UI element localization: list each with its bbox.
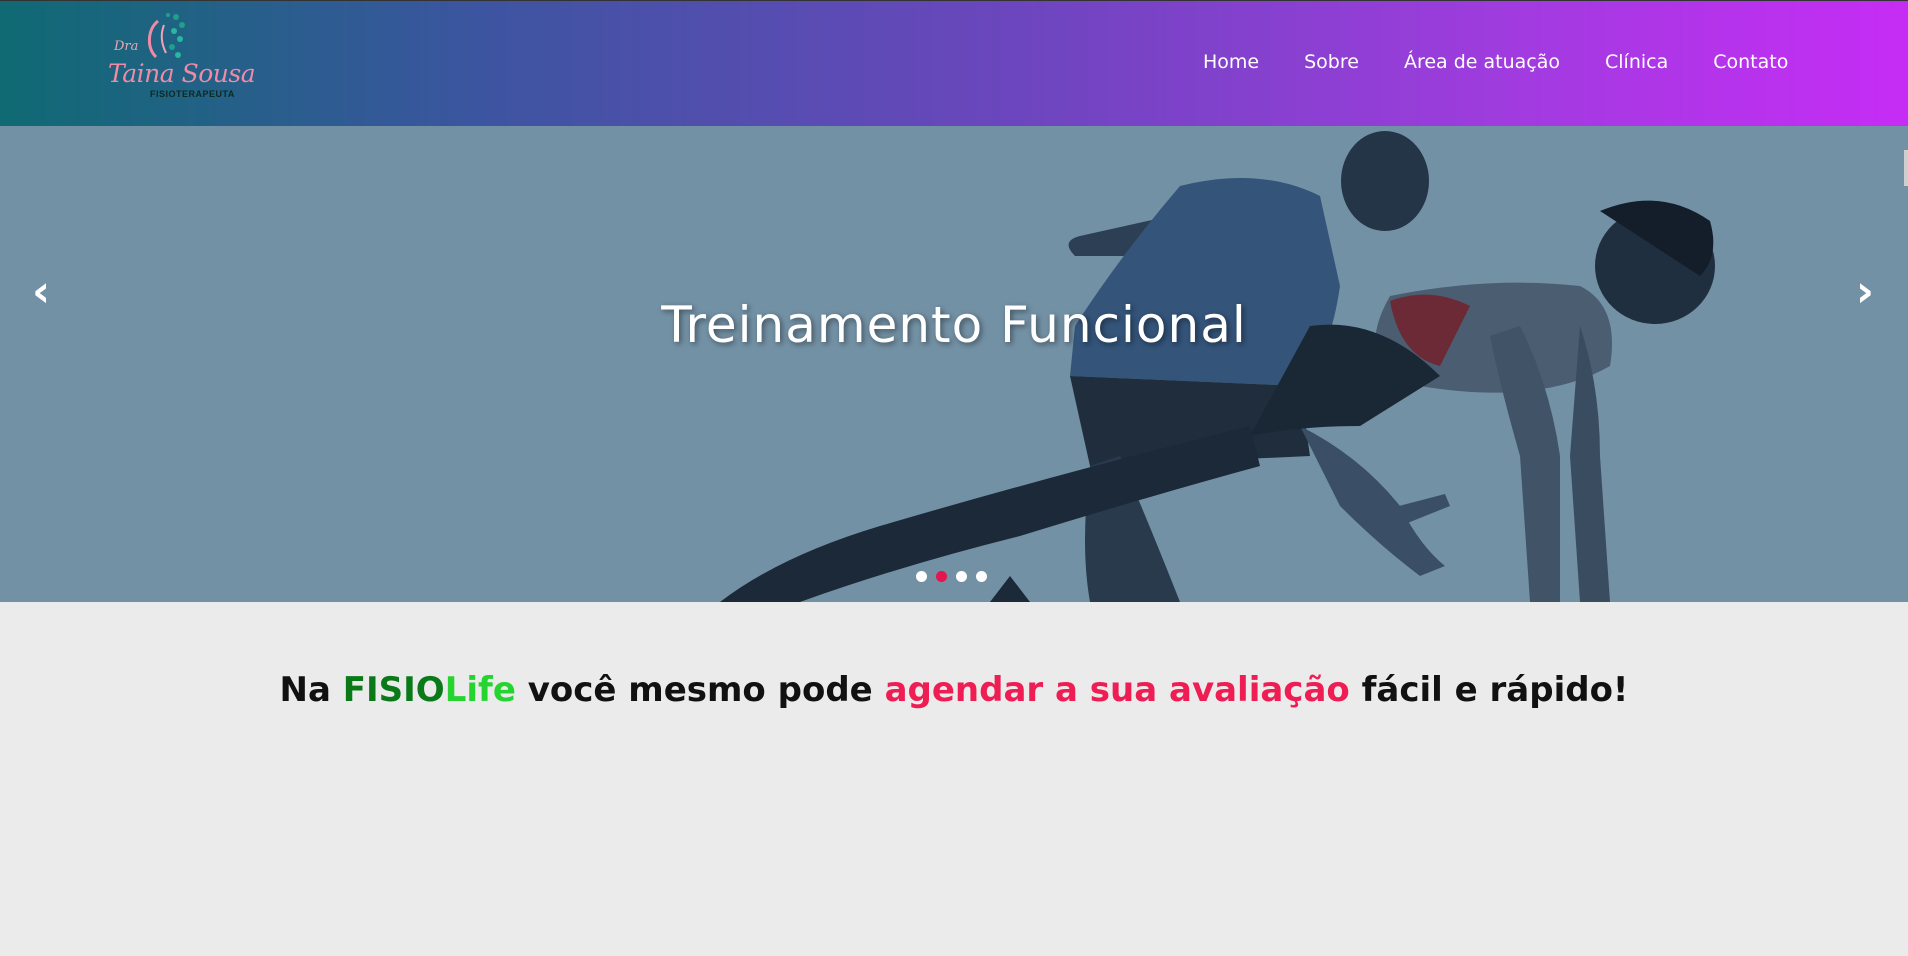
headline-fisio: FISIO [342,670,445,711]
headline-highlight: agendar a sua avaliação [884,670,1350,711]
hero-title: Treinamento Funcional [661,296,1247,354]
logo-name: Taina Sousa [108,59,256,88]
main-nav: Home Sobre Área de atuação Clínica Conta… [1203,51,1833,73]
hero-carousel: Treinamento Funcional ‹ › [0,126,1908,602]
content-section: Na FISIOLife você mesmo pode agendar a s… [0,602,1908,956]
nav-item-home[interactable]: Home [1203,51,1259,73]
headline-part3: fácil e rápido! [1349,670,1629,711]
hero-photo-silhouette [720,131,1715,602]
nav-item-contato[interactable]: Contato [1713,51,1788,73]
logo-prefix: Dra [114,39,139,54]
page: Dra Taina Sousa FISIOTERAPEUTA Home Sobr… [0,0,1908,956]
nav-item-clinica[interactable]: Clínica [1605,51,1668,73]
carousel-indicators [916,571,987,582]
navbar: Dra Taina Sousa FISIOTERAPEUTA Home Sobr… [0,0,1908,126]
carousel-dot-3[interactable] [956,571,967,582]
nav-item-sobre[interactable]: Sobre [1304,51,1359,73]
carousel-dot-4[interactable] [976,571,987,582]
logo-subtitle: FISIOTERAPEUTA [150,89,235,99]
nav-item-area-de-atuacao[interactable]: Área de atuação [1404,51,1560,73]
headline-life: Life [444,670,516,711]
carousel-next-icon[interactable]: › [1856,266,1874,317]
page-scrollbar[interactable] [1904,150,1908,186]
booking-headline: Na FISIOLife você mesmo pode agendar a s… [0,670,1908,710]
carousel-dot-1[interactable] [916,571,927,582]
headline-part2: você mesmo pode [515,670,885,711]
carousel-dot-2[interactable] [936,571,947,582]
logo[interactable]: Dra Taina Sousa FISIOTERAPEUTA [108,9,256,105]
carousel-prev-icon[interactable]: ‹ [32,266,50,317]
headline-part1: Na [279,670,343,711]
